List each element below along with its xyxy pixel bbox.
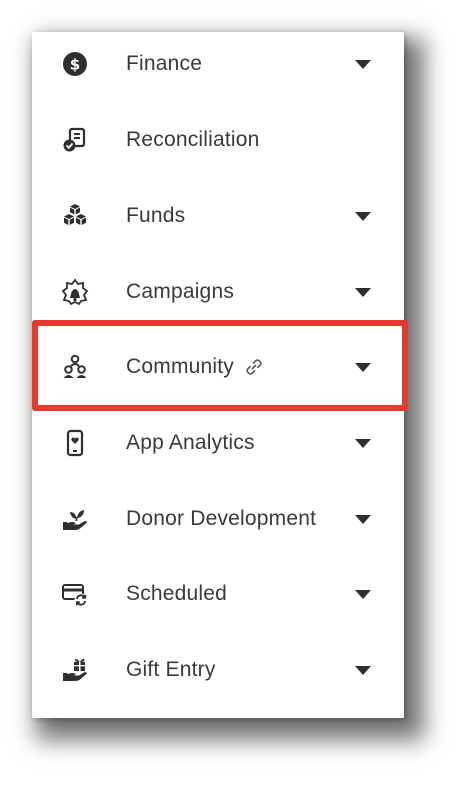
menu-item-label: Community (126, 355, 234, 378)
svg-text:$: $ (70, 56, 80, 74)
menu-item-scheduled[interactable]: Scheduled (32, 564, 404, 624)
chevron-down-icon[interactable] (354, 513, 372, 525)
chevron-down-icon[interactable] (354, 58, 372, 70)
menu-item-app-analytics[interactable]: App Analytics (32, 413, 404, 473)
menu-item-reconciliation[interactable]: Reconciliation (32, 110, 404, 170)
menu-item-label: Funds (126, 204, 186, 227)
chevron-down-icon[interactable] (354, 361, 372, 373)
menu-item-label: App Analytics (126, 431, 255, 454)
hand-plant-icon (60, 504, 90, 534)
link-icon (244, 357, 264, 377)
screenshot-stage: $ Finance Reconciliation Funds Campaigns… (0, 0, 474, 788)
hand-gift-icon (60, 655, 90, 685)
menu-item-donor-development[interactable]: Donor Development (32, 489, 404, 549)
navigation-menu-card: $ Finance Reconciliation Funds Campaigns… (32, 32, 404, 718)
reconciliation-check-icon (60, 125, 90, 155)
menu-item-label: Donor Development (126, 507, 317, 530)
community-people-icon (60, 352, 90, 382)
chevron-down-icon[interactable] (354, 437, 372, 449)
menu-item-label-group: Community (126, 355, 264, 379)
cubes-icon (60, 201, 90, 231)
menu-item-campaigns[interactable]: Campaigns (32, 262, 404, 322)
chevron-down-icon[interactable] (354, 588, 372, 600)
chevron-down-icon[interactable] (354, 664, 372, 676)
chevron-down-icon[interactable] (354, 286, 372, 298)
menu-item-label: Campaigns (126, 280, 235, 303)
campaign-bell-icon (60, 277, 90, 307)
menu-item-finance[interactable]: $ Finance (32, 34, 404, 94)
dollar-circle-icon: $ (60, 49, 90, 79)
menu-item-funds[interactable]: Funds (32, 186, 404, 246)
menu-item-label: Gift Entry (126, 658, 216, 681)
card-sync-icon (60, 579, 90, 609)
menu-item-label: Scheduled (126, 582, 228, 605)
menu-item-community[interactable]: Community (32, 337, 404, 397)
mobile-heart-icon (60, 428, 90, 458)
navigation-menu-list: $ Finance Reconciliation Funds Campaigns… (32, 32, 404, 718)
menu-item-gift-entry[interactable]: Gift Entry (32, 640, 404, 700)
chevron-down-icon[interactable] (354, 210, 372, 222)
menu-item-label: Reconciliation (126, 128, 260, 151)
menu-item-label: Finance (126, 52, 203, 75)
